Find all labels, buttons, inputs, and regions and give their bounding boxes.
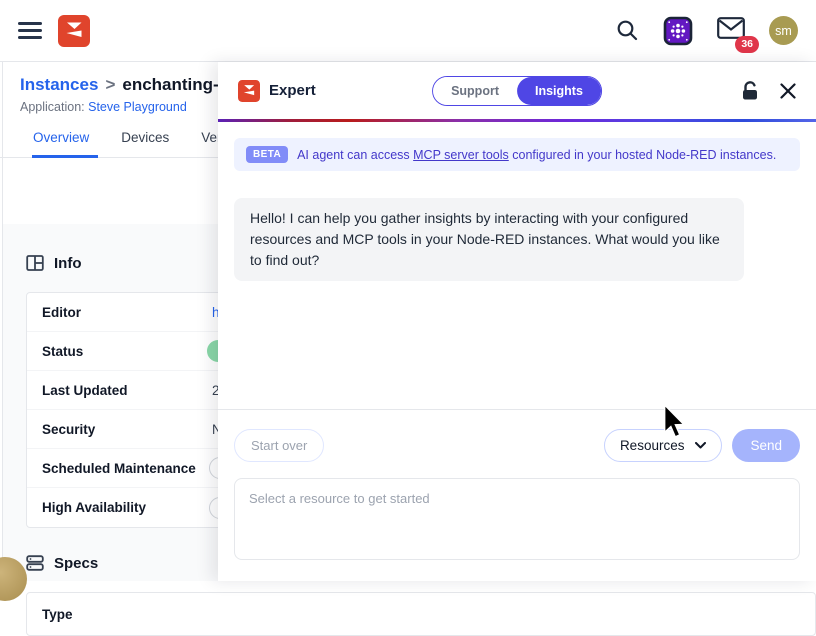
hamburger-menu-icon[interactable] (18, 22, 42, 39)
chat-input[interactable] (234, 478, 800, 560)
expert-panel-body: BETA AI agent can access MCP server tool… (218, 122, 816, 581)
application-label: Application: (20, 100, 85, 114)
beta-badge: BETA (246, 146, 288, 163)
assistant-message: Hello! I can help you gather insights by… (234, 198, 744, 281)
expert-logo-icon (238, 80, 260, 102)
beta-banner: BETA AI agent can access MCP server tool… (234, 138, 800, 171)
apps-grid-icon[interactable] (663, 16, 693, 46)
send-button[interactable]: Send (732, 429, 800, 462)
info-section-icon (26, 254, 44, 272)
info-section-title: Info (54, 255, 82, 272)
flowfuse-logo-icon[interactable] (58, 15, 90, 47)
unlock-icon[interactable] (740, 80, 760, 101)
expert-panel-header: Expert Support Insights (218, 62, 816, 119)
tab-devices[interactable]: Devices (121, 130, 169, 157)
toggle-support[interactable]: Support (433, 77, 517, 105)
mail-button[interactable]: 36 (717, 17, 745, 44)
breadcrumb-separator: > (105, 75, 115, 94)
support-insights-toggle: Support Insights (432, 76, 602, 106)
user-avatar[interactable]: sm (769, 16, 798, 45)
chat-controls: Start over Resources Send (234, 429, 800, 462)
tab-overview[interactable]: Overview (33, 130, 89, 157)
specs-section-title: Specs (54, 555, 98, 572)
expert-panel: Expert Support Insights BETA AI agent ca… (218, 62, 816, 581)
mcp-server-tools-link[interactable]: MCP server tools (413, 148, 509, 162)
toggle-insights[interactable]: Insights (517, 77, 601, 105)
resources-dropdown[interactable]: Resources (604, 429, 723, 462)
beta-text: AI agent can access MCP server tools con… (297, 148, 776, 162)
specs-row-type: Type (27, 593, 815, 635)
search-icon[interactable] (616, 19, 639, 42)
application-link[interactable]: Steve Playground (88, 100, 187, 114)
top-navbar: 36 sm (0, 0, 816, 62)
breadcrumb-instances-link[interactable]: Instances (20, 75, 98, 94)
start-over-button[interactable]: Start over (234, 429, 324, 462)
chevron-down-icon (695, 442, 706, 449)
breadcrumb-current-instance: enchanting- (122, 75, 218, 94)
close-icon[interactable] (780, 83, 796, 99)
specs-card: Type (26, 592, 816, 636)
specs-section-icon (26, 554, 44, 572)
controls-divider (218, 409, 816, 410)
mail-unread-badge: 36 (735, 36, 759, 53)
expert-panel-title: Expert (269, 82, 316, 99)
